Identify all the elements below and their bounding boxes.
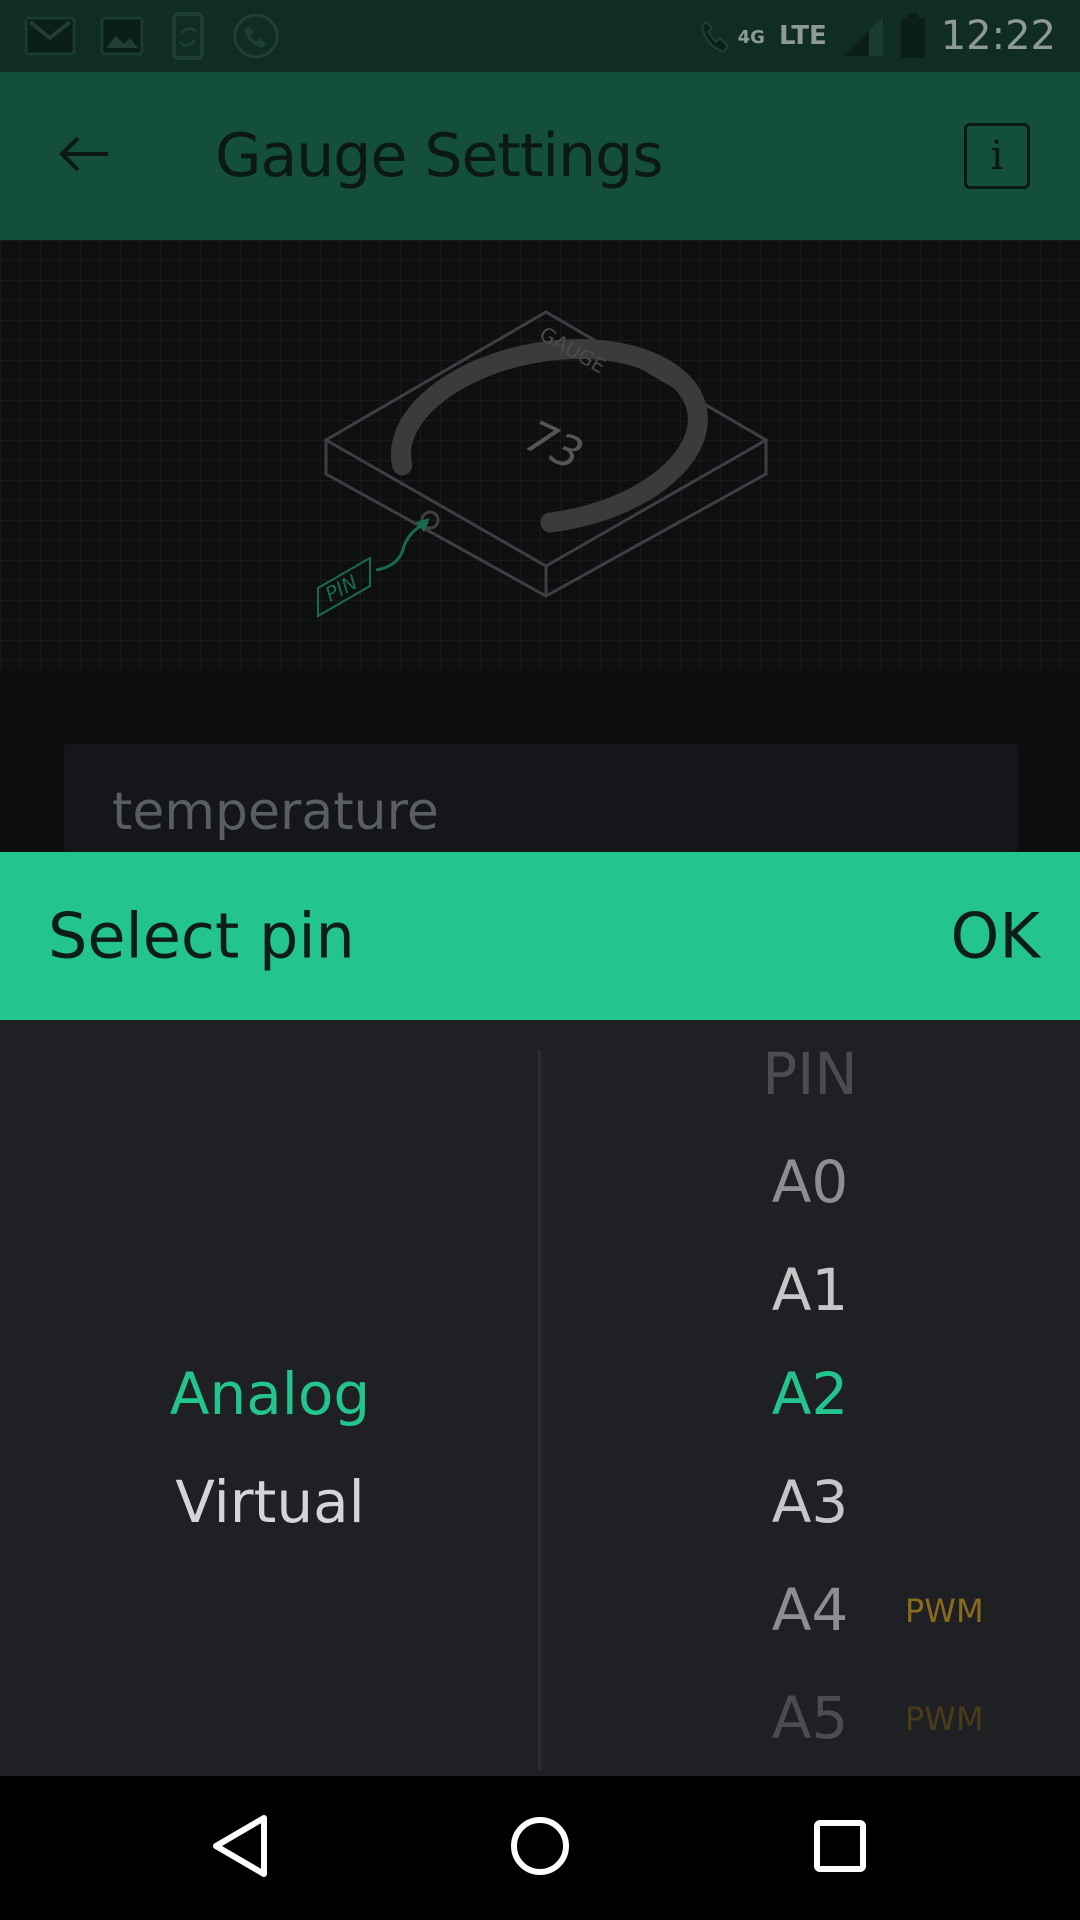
gauge-illustration: 73 GAUGE PIN [317,310,770,618]
pin-item-a3[interactable]: A3 [660,1468,960,1536]
gauge-value: 73 [518,411,590,481]
widget-name-value: temperature [112,782,439,842]
nav-home-button[interactable] [492,1800,588,1896]
status-bar: 4G LTE 12:22 [0,0,1080,72]
pin-label: PIN [321,570,361,607]
back-button[interactable] [48,120,120,192]
pin-picker: Analog Virtual PIN A0 A1 A2 A3 A4 A5 PWM… [0,1020,1080,1776]
dialog-header: Select pin OK [0,852,1080,1020]
arrow-left-icon [58,134,110,178]
pin-item-header: PIN [762,1040,858,1108]
battery-icon [899,13,927,59]
image-icon [100,16,144,56]
pin-type-virtual[interactable]: Virtual [120,1468,420,1536]
gmail-icon [24,16,76,56]
network-4g-label: 4G [737,27,765,48]
app-bar: Gauge Settings i [0,72,1080,240]
page-title: Gauge Settings [215,121,663,191]
pin-item-a2[interactable]: A2 [660,1360,960,1428]
system-nav-bar [0,1776,1080,1920]
info-button[interactable]: i [964,123,1030,189]
phone-sync-icon [168,12,208,60]
call-icon [232,12,280,60]
circle-home-icon [508,1814,572,1882]
pin-item-a1[interactable]: A1 [660,1256,960,1324]
square-recents-icon [812,1818,868,1878]
clock: 12:22 [940,13,1056,59]
column-divider [538,1050,541,1770]
nav-back-button[interactable] [192,1800,288,1896]
pin-type-analog[interactable]: Analog [120,1360,420,1428]
info-icon: i [990,133,1004,179]
network-label: LTE [778,21,827,51]
pin-item-a0[interactable]: A0 [660,1148,960,1216]
wifi-call-icon [698,16,738,56]
nav-recents-button[interactable] [792,1800,888,1896]
ok-button[interactable]: OK [947,894,1044,979]
widget-preview: 73 GAUGE PIN [0,240,1080,670]
dialog-title: Select pin [48,899,355,973]
triangle-back-icon [210,1814,270,1882]
pwm-badge-a5: PWM [905,1700,984,1738]
signal-icon [841,14,885,58]
pwm-badge-a4: PWM [905,1592,984,1630]
